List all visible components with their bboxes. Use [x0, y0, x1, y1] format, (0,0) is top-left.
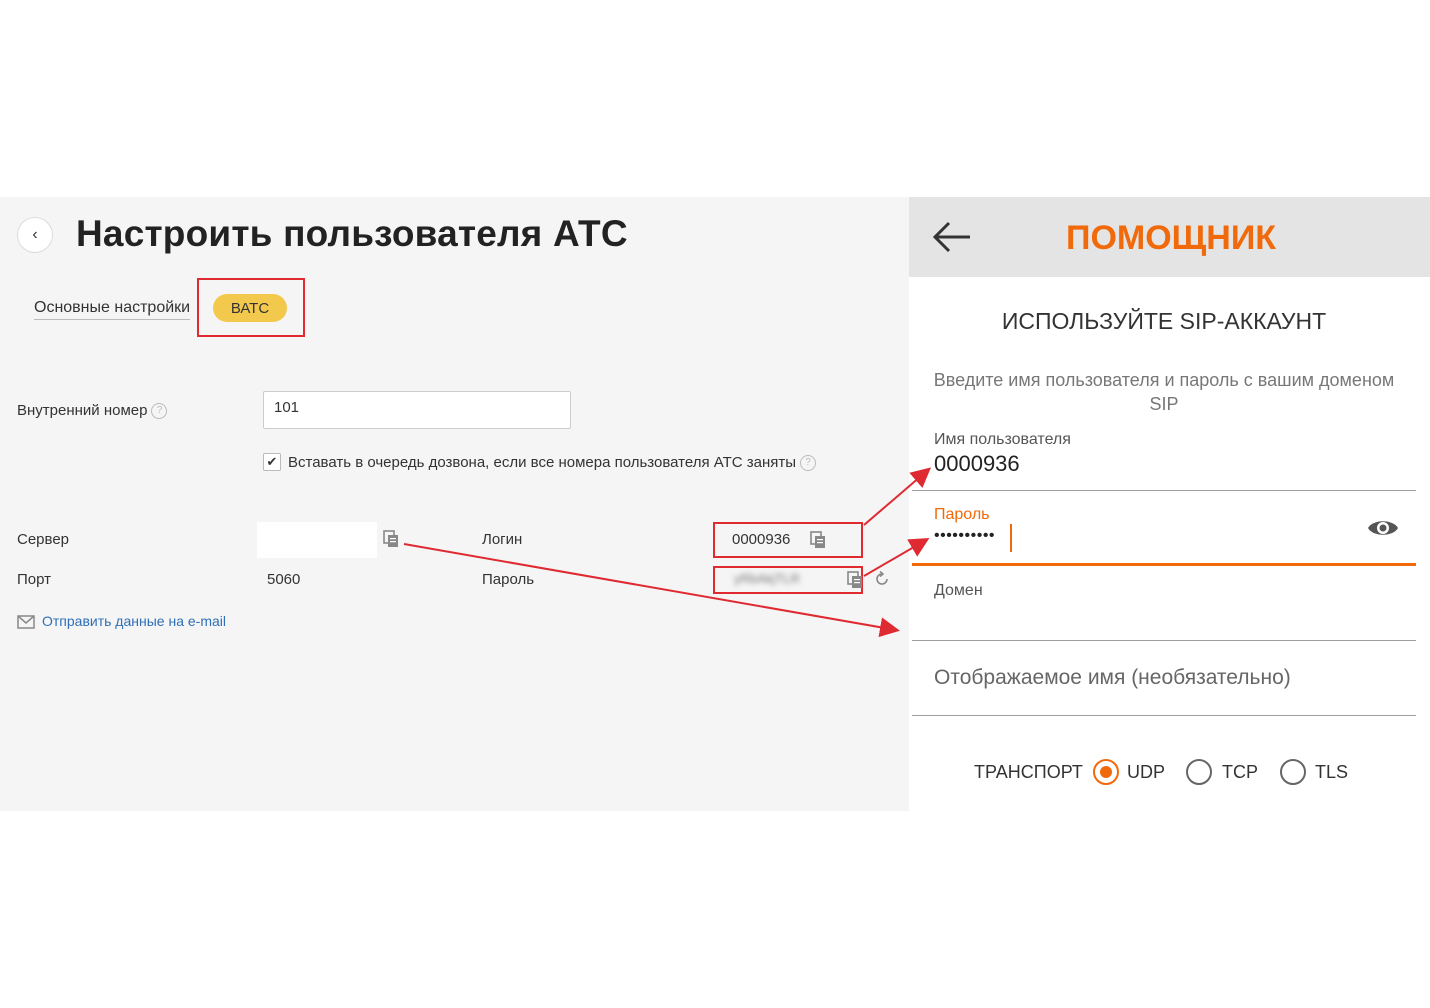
- arrow-server-to-domain: [403, 543, 900, 638]
- arrow-password-to-password: [863, 537, 930, 577]
- annotation-arrows: [403, 467, 932, 638]
- arrow-login-to-username: [863, 467, 932, 526]
